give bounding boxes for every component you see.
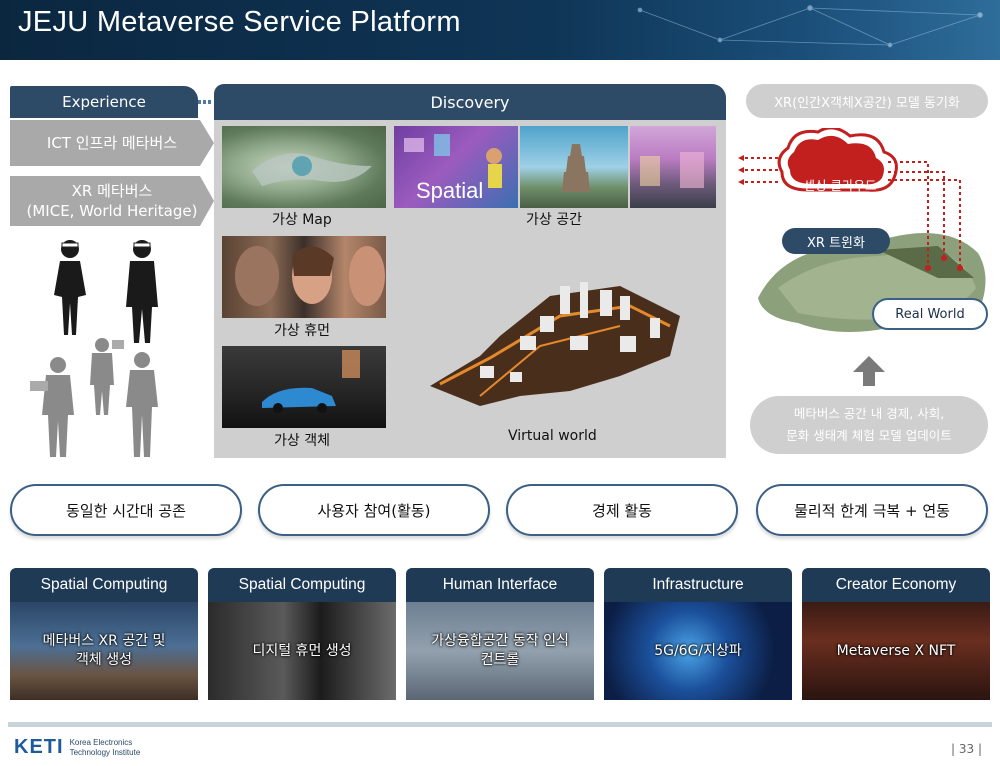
user-participation-pill: 사용자 참여(활동) [258,484,490,536]
card-line-2: 컨트롤 [480,652,520,668]
users-silhouette-icon [30,240,158,457]
caption-virtual-world: Virtual world [508,428,597,444]
card-spatial-computing-2: Spatial Computing 디지털 휴먼 생성 [208,568,396,700]
page-number: | 33 | [951,742,982,756]
virtual-space-pagoda-image [520,126,628,208]
dotted-connector [198,100,212,104]
card-text: Metaverse X NFT [802,602,990,700]
card-spatial-computing-1: Spatial Computing 메타버스 XR 공간 및객체 생성 [10,568,198,700]
card-text: 5G/6G/지상파 [604,602,792,700]
caption-virtual-map: 가상 Map [272,212,332,228]
xr-metaverse-sub: (MICE, World Heritage) [26,202,198,220]
logo-mark: KETI [14,736,64,758]
ecosystem-line-1: 메타버스 공간 내 경제, 사회, [793,405,945,421]
card-title: Spatial Computing [238,576,366,593]
sensing-cloud-label: 센싱 클라우드 [803,178,877,193]
card-title: Creator Economy [835,576,957,593]
card-text: 디지털 휴먼 생성 [208,602,396,700]
xr-model-sync-pill: XR(인간X객체X공간) 모델 동기화 [746,84,988,118]
card-line-1: 5G/6G/지상파 [654,642,742,659]
economic-activity-pill: 경제 활동 [506,484,738,536]
ict-infra-text: ICT 인프라 메타버스 [46,133,178,152]
xr-twin-pill: XR 트윈화 [782,228,890,254]
card-title: Infrastructure [652,576,744,593]
card-creator-economy: Creator Economy Metaverse X NFT [802,568,990,700]
header-banner: JEJU Metaverse Service Platform [0,0,1000,60]
card-line-1: 메타버스 XR 공간 및 [42,633,166,650]
network-decoration-icon [637,5,983,48]
tab-discovery: Discovery [214,84,726,120]
card-title: Spatial Computing [40,576,168,593]
page-title: JEJU Metaverse Service Platform [18,6,461,38]
keti-logo: KETI Korea Electronics Technology Instit… [14,736,140,759]
card-line-2: 객체 생성 [76,652,132,668]
ecosystem-line-2: 문화 생태계 체험 모델 업데이트 [786,428,952,443]
virtual-map-image [222,126,386,208]
xr-metaverse-label: XR 메타버스 (MICE, World Heritage) [10,176,214,226]
caption-virtual-human: 가상 휴먼 [274,323,330,339]
virtual-object-car-image [222,346,386,428]
card-human-interface: Human Interface 가상융합공간 동작 인식컨트롤 [406,568,594,700]
overcome-limits-pill: 물리적 한계 극복 + 연동 [756,484,988,536]
card-line-1: 가상융합공간 동작 인식 [431,633,569,650]
caption-virtual-space: 가상 공간 [526,212,582,228]
card-line-1: Metaverse X NFT [836,642,956,659]
ecosystem-update-pill: 메타버스 공간 내 경제, 사회, 문화 생태계 체험 모델 업데이트 [750,396,988,454]
card-title: Human Interface [442,576,558,593]
card-text: 메타버스 XR 공간 및객체 생성 [10,602,198,700]
logo-subtitle: Korea Electronics Technology Institute [70,738,141,757]
ict-infra-metaverse-label: ICT 인프라 메타버스 [10,120,214,166]
virtual-world-city-image [430,282,680,406]
virtual-space-street-image [630,126,716,208]
caption-virtual-object: 가상 객체 [274,433,330,449]
virtual-space-spatial-image: Spatial [394,126,518,208]
xr-metaverse-text: XR 메타버스 [71,181,153,200]
footer-divider [8,722,992,727]
real-world-pill: Real World [872,298,988,330]
virtual-human-image [222,236,386,318]
card-line-1: 디지털 휴먼 생성 [252,642,352,659]
logo-sub-line-1: Korea Electronics [69,737,133,747]
logo-sub-line-2: Technology Institute [69,747,141,757]
tab-experience: Experience [10,86,198,118]
card-infrastructure: Infrastructure 5G/6G/지상파 [604,568,792,700]
spatial-overlay-text: Spatial [416,178,484,203]
card-text: 가상융합공간 동작 인식컨트롤 [406,602,594,700]
coexist-pill: 동일한 시간대 공존 [10,484,242,536]
up-arrow-icon [853,356,885,386]
